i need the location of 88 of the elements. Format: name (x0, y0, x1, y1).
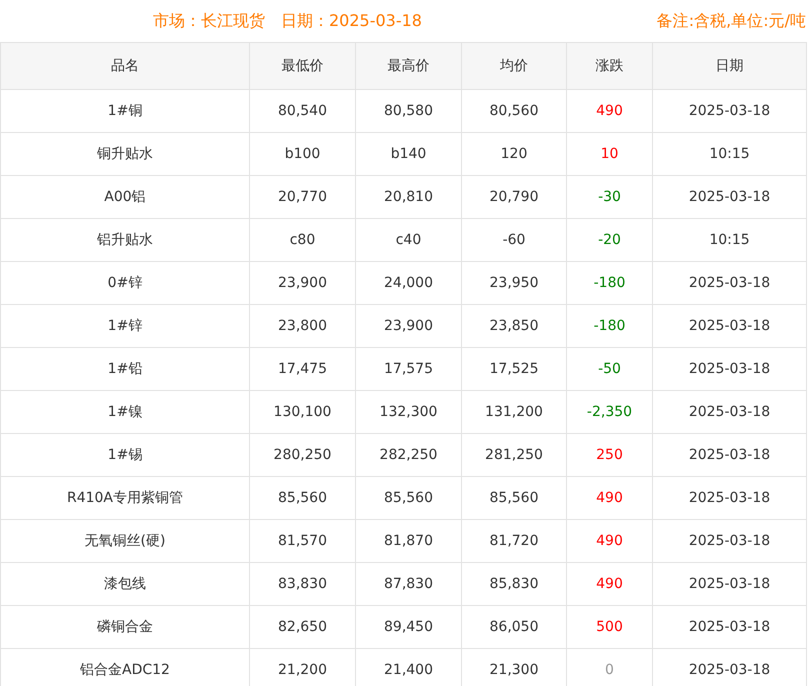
table-cell: 80,540 (250, 90, 356, 132)
table-cell: 85,560 (462, 476, 566, 520)
table-cell: 2025-03-18 (652, 434, 806, 476)
column-header: 最低价 (250, 42, 356, 90)
table-cell: 2025-03-18 (652, 606, 806, 648)
column-header: 均价 (462, 42, 566, 90)
table-cell: 280,250 (250, 434, 356, 476)
table-cell: 23,850 (462, 304, 566, 348)
table-cell: 120 (462, 132, 566, 176)
table-cell: 81,870 (356, 520, 462, 562)
table-cell: 23,900 (356, 304, 462, 348)
table-cell: 85,830 (462, 562, 566, 606)
table-cell: 132,300 (356, 390, 462, 434)
table-cell: 80,580 (356, 90, 462, 132)
table-cell: c40 (356, 218, 462, 262)
table-cell: -20 (566, 218, 652, 262)
table-cell: 铜升贴水 (0, 132, 250, 176)
table-cell: 2025-03-18 (652, 304, 806, 348)
column-header: 日期 (652, 42, 806, 90)
table-cell: 81,570 (250, 520, 356, 562)
table-cell: 2025-03-18 (652, 348, 806, 390)
table-cell: 490 (566, 562, 652, 606)
table-cell: c80 (250, 218, 356, 262)
table-cell: 250 (566, 434, 652, 476)
table-cell: 漆包线 (0, 562, 250, 606)
table-cell: 282,250 (356, 434, 462, 476)
column-header: 涨跌 (566, 42, 652, 90)
table-cell: 80,560 (462, 90, 566, 132)
table-cell: 1#锡 (0, 434, 250, 476)
table-cell: 20,790 (462, 176, 566, 218)
table-cell: 2025-03-18 (652, 262, 806, 304)
table-cell: -60 (462, 218, 566, 262)
table-cell: 500 (566, 606, 652, 648)
table-cell: 17,525 (462, 348, 566, 390)
table-cell: 铝合金ADC12 (0, 648, 250, 686)
table-cell: 17,475 (250, 348, 356, 390)
table-cell: 131,200 (462, 390, 566, 434)
table-cell: b140 (356, 132, 462, 176)
table-cell: 17,575 (356, 348, 462, 390)
table-cell: 83,830 (250, 562, 356, 606)
note-label: 备注:含税,单位:元/吨 (656, 10, 806, 32)
table-cell: 2025-03-18 (652, 90, 806, 132)
table-cell: -180 (566, 304, 652, 348)
table-cell: 85,560 (250, 476, 356, 520)
table-cell: 10 (566, 132, 652, 176)
table-cell: 20,810 (356, 176, 462, 218)
table-cell: b100 (250, 132, 356, 176)
table-cell: 无氧铜丝(硬) (0, 520, 250, 562)
column-header: 最高价 (356, 42, 462, 90)
market-label: 市场：长江现货 (153, 10, 265, 32)
date-label: 日期：2025-03-18 (281, 10, 422, 32)
table-cell: 490 (566, 520, 652, 562)
table-cell: 82,650 (250, 606, 356, 648)
table-cell: 23,950 (462, 262, 566, 304)
table-cell: -50 (566, 348, 652, 390)
table-cell: -30 (566, 176, 652, 218)
table-cell: 490 (566, 90, 652, 132)
table-cell: 铝升贴水 (0, 218, 250, 262)
table-cell: 85,560 (356, 476, 462, 520)
table-cell: 2025-03-18 (652, 562, 806, 606)
table-cell: 87,830 (356, 562, 462, 606)
table-cell: -2,350 (566, 390, 652, 434)
table-cell: 1#锌 (0, 304, 250, 348)
table-cell: 1#镍 (0, 390, 250, 434)
table-cell: 24,000 (356, 262, 462, 304)
table-cell: 2025-03-18 (652, 176, 806, 218)
table-cell: 23,900 (250, 262, 356, 304)
table-cell: 23,800 (250, 304, 356, 348)
table-cell: 1#铅 (0, 348, 250, 390)
table-cell: -180 (566, 262, 652, 304)
table-cell: 2025-03-18 (652, 390, 806, 434)
table-cell: 490 (566, 476, 652, 520)
table-cell: A00铝 (0, 176, 250, 218)
table-cell: 2025-03-18 (652, 476, 806, 520)
table-cell: 281,250 (462, 434, 566, 476)
table-cell: R410A专用紫铜管 (0, 476, 250, 520)
table-cell: 86,050 (462, 606, 566, 648)
table-cell: 2025-03-18 (652, 520, 806, 562)
table-cell: 1#铜 (0, 90, 250, 132)
table-cell: 10:15 (652, 132, 806, 176)
table-cell: 89,450 (356, 606, 462, 648)
table-cell: 130,100 (250, 390, 356, 434)
table-cell: 磷铜合金 (0, 606, 250, 648)
table-cell: 20,770 (250, 176, 356, 218)
table-cell: 81,720 (462, 520, 566, 562)
table-cell: 0#锌 (0, 262, 250, 304)
column-header: 品名 (0, 42, 250, 90)
table-cell: 10:15 (652, 218, 806, 262)
